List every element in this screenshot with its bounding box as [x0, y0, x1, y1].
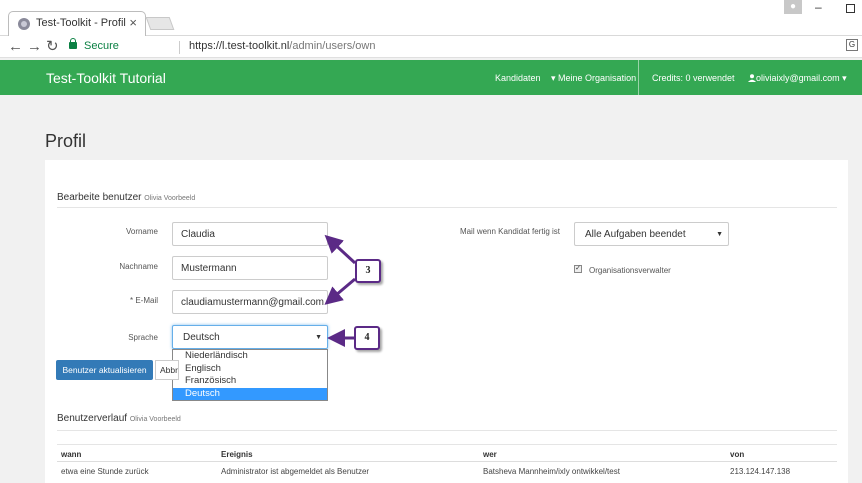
language-option[interactable]: Niederländisch: [173, 350, 327, 363]
history-section-title: Benutzerverlauf Olivia Voorbeeld: [57, 413, 181, 424]
update-user-button[interactable]: Benutzer aktualisieren: [56, 360, 153, 380]
profile-panel: [45, 160, 848, 483]
tab-title: Test-Toolkit - Profil: [36, 17, 126, 29]
table-cell-wann: etwa eine Stunde zurück: [61, 467, 149, 476]
vorname-label: Vorname: [125, 227, 158, 236]
address-separator: [179, 41, 180, 54]
translate-icon[interactable]: G: [846, 39, 858, 51]
brand-title[interactable]: Test-Toolkit Tutorial: [46, 70, 166, 86]
section-divider: [57, 207, 837, 208]
edit-section-heading: Bearbeite benutzer: [57, 192, 142, 203]
lock-icon: [69, 38, 77, 49]
nachname-label: Nachname: [119, 262, 158, 271]
col-header-von: von: [730, 450, 745, 459]
history-heading: Benutzerverlauf: [57, 413, 128, 424]
language-dropdown: Niederländisch Englisch Französisch Deut…: [172, 349, 328, 401]
org-admin-label: Organisationsverwalter: [589, 266, 671, 275]
maximize-icon[interactable]: [846, 4, 855, 13]
org-admin-checkbox[interactable]: ✓: [574, 265, 582, 273]
vorname-field[interactable]: Claudia: [172, 222, 328, 246]
reload-icon[interactable]: ↻: [46, 37, 59, 57]
sprache-label: Sprache: [128, 333, 158, 342]
browser-tab[interactable]: Test-Toolkit - Profil ×: [8, 11, 146, 36]
edit-section-title: Bearbeite benutzer Olivia Voorbeeld: [57, 192, 195, 203]
url-path: /admin/users/own: [289, 40, 376, 52]
tab-close-icon[interactable]: ×: [129, 15, 137, 30]
forward-icon[interactable]: →: [27, 37, 42, 57]
nav-organisation[interactable]: ▾ Meine Organisation: [551, 73, 636, 84]
language-select[interactable]: Deutsch ▼: [172, 325, 328, 349]
app-navbar: Test-Toolkit Tutorial Kandidaten ▾ Meine…: [0, 60, 862, 95]
page-title: Profil: [45, 131, 87, 151]
credits-indicator: Credits: 0 verwendet: [652, 73, 735, 83]
nachname-field[interactable]: Mustermann: [172, 256, 328, 280]
table-cell-ereignis: Administrator ist abgemeldet als Benutze…: [221, 467, 370, 476]
mail-notify-label: Mail wenn Kandidat fertig ist: [459, 227, 560, 236]
table-header-divider: [57, 461, 837, 462]
nav-organisation-label: Meine Organisation: [558, 73, 637, 83]
address-bar[interactable]: Secure https://l.test-toolkit.nl/admin/u…: [62, 37, 842, 57]
nav-divider: [638, 60, 639, 95]
browser-toolbar: ← → ↻ Secure https://l.test-toolkit.nl/a…: [0, 36, 862, 58]
callout-badge-3: 3: [355, 259, 381, 283]
cancel-button[interactable]: Abbrechen: [155, 360, 179, 380]
mail-notify-select[interactable]: Alle Aufgaben beendet ▼: [574, 222, 729, 246]
url-host: https://l.test-toolkit.nl: [189, 40, 290, 52]
edit-section-subtitle: Olivia Voorbeeld: [144, 195, 196, 202]
user-caret-icon: ▾: [839, 73, 847, 83]
history-table-top: [57, 444, 837, 445]
mail-notify-value: Alle Aufgaben beendet: [585, 229, 686, 240]
select-caret-icon: ▼: [315, 334, 322, 341]
nav-kandidaten[interactable]: Kandidaten: [495, 73, 541, 83]
caret-down-icon: ▾: [551, 73, 559, 83]
language-option[interactable]: Französisch: [173, 375, 327, 388]
browser-tab-strip: Test-Toolkit - Profil × ● –: [0, 0, 862, 36]
back-icon[interactable]: ←: [8, 37, 23, 57]
minimize-icon[interactable]: –: [815, 0, 822, 14]
favicon-icon: [18, 18, 30, 30]
email-label: * E-Mail: [100, 296, 158, 305]
profile-icon[interactable]: ●: [784, 0, 802, 14]
col-header-wer: wer: [483, 450, 497, 459]
email-label-text: E-Mail: [135, 296, 158, 305]
table-cell-wer: Batsheva Mannheim/ixly ontwikkel/test: [483, 467, 620, 476]
required-marker: *: [129, 296, 134, 305]
language-option[interactable]: Englisch: [173, 363, 327, 376]
col-header-ereignis: Ereignis: [221, 450, 253, 459]
language-option-selected[interactable]: Deutsch: [173, 387, 327, 400]
email-field[interactable]: claudiamustermann@gmail.com: [172, 290, 328, 314]
user-menu[interactable]: oliviaixly@gmail.com ▾: [748, 73, 847, 84]
new-tab-button[interactable]: [145, 17, 175, 30]
callout-badge-4: 4: [354, 326, 380, 350]
select-caret-icon: ▼: [716, 231, 723, 238]
col-header-wann: wann: [61, 450, 82, 459]
table-cell-von: 213.124.147.138: [730, 467, 791, 476]
history-divider: [57, 430, 837, 431]
url-text[interactable]: https://l.test-toolkit.nl/admin/users/ow…: [189, 40, 375, 52]
history-subtitle: Olivia Voorbeeld: [129, 416, 181, 423]
language-select-value: Deutsch: [183, 332, 220, 343]
user-icon: [748, 74, 756, 82]
secure-label: Secure: [84, 40, 119, 52]
user-email: oliviaixly@gmail.com: [756, 73, 840, 83]
